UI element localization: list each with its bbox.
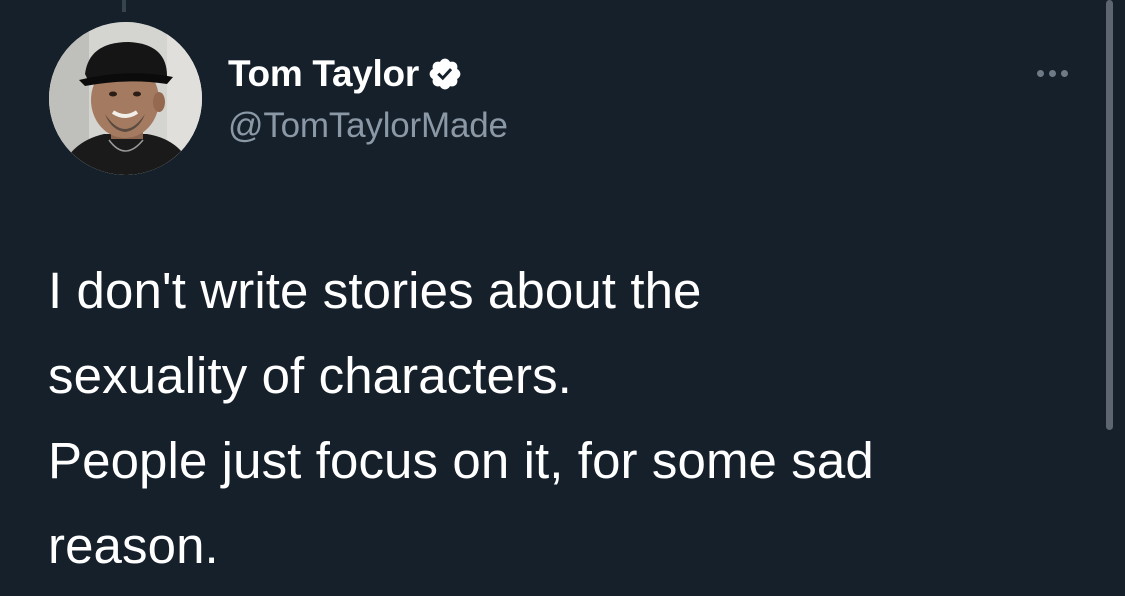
avatar[interactable] <box>49 22 202 175</box>
author-name-row[interactable]: Tom Taylor <box>228 50 463 98</box>
tweet: Tom Taylor @TomTaylorMade I don't write … <box>0 0 1125 596</box>
author-display-name[interactable]: Tom Taylor <box>228 53 419 95</box>
scrollbar[interactable] <box>1106 0 1113 430</box>
more-options-button[interactable] <box>1026 56 1078 90</box>
tweet-text-line: sexuality of characters. <box>48 347 572 404</box>
tweet-text-line: reason. <box>48 517 219 574</box>
verified-badge-icon <box>427 56 463 92</box>
tweet-text-line: People just focus on it, for some sad <box>48 432 874 489</box>
profile-photo-icon <box>49 22 202 175</box>
tweet-text-line: I don't write stories about the <box>48 262 702 319</box>
thread-connector <box>122 0 126 12</box>
tweet-text: I don't write stories about the sexualit… <box>48 248 1088 588</box>
author-handle[interactable]: @TomTaylorMade <box>228 106 508 146</box>
more-horizontal-icon <box>1036 69 1044 77</box>
